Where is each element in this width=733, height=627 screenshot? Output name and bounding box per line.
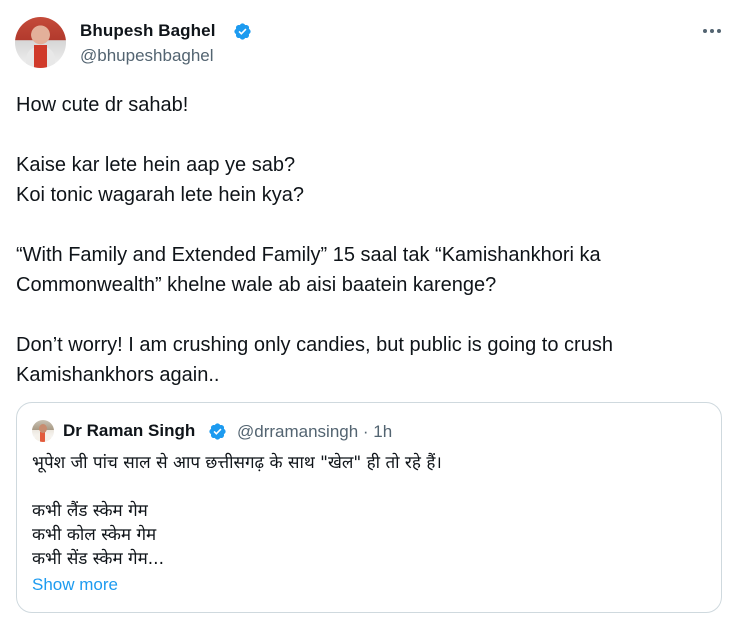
verified-badge-icon: [234, 23, 251, 40]
author-avatar[interactable]: [15, 17, 66, 68]
tweet-line: “With Family and Extended Family” 15 saa…: [16, 244, 601, 266]
tweet-line: Kamishankhors again..: [16, 364, 220, 386]
quoted-line: कभी लैंड स्केम गेम: [32, 501, 148, 521]
quoted-author-handle-time: @drramansingh · 1h: [237, 422, 393, 441]
quoted-line: कभी सेंड स्केम गेम...: [32, 549, 164, 569]
author-handle[interactable]: @bhupeshbaghel: [80, 46, 214, 66]
quoted-line: भूपेश जी पांच साल से आप छत्तीसगढ़ के साथ…: [32, 453, 442, 473]
show-more-link[interactable]: Show more: [32, 575, 118, 595]
tweet-line: Koi tonic wagarah lete hein kya?: [16, 184, 304, 206]
more-horizontal-icon[interactable]: [701, 20, 723, 42]
tweet-line: How cute dr sahab!: [16, 94, 189, 116]
tweet-text: How cute dr sahab! Kaise kar lete hein a…: [16, 90, 716, 390]
quoted-tweet-text: भूपेश जी पांच साल से आप छत्तीसगढ़ के साथ…: [32, 451, 712, 571]
tweet-line: Kaise kar lete hein aap ye sab?: [16, 154, 296, 176]
tweet-line: Don’t worry! I am crushing only candies,…: [16, 334, 613, 356]
author-name[interactable]: Bhupesh Baghel: [80, 21, 216, 41]
tweet-line: Commonwealth” khelne wale ab aisi baatei…: [16, 274, 497, 296]
quoted-author-name: Dr Raman Singh: [63, 421, 196, 440]
verified-badge-icon: [209, 423, 226, 440]
quoted-line: कभी कोल स्केम गेम: [32, 525, 157, 545]
quoted-tweet[interactable]: Dr Raman Singh @drramansingh · 1h भूपेश …: [16, 402, 722, 613]
quoted-author-avatar: [32, 420, 54, 442]
tweet-card: Bhupesh Baghel @bhupeshbaghel How cute d…: [0, 0, 733, 627]
